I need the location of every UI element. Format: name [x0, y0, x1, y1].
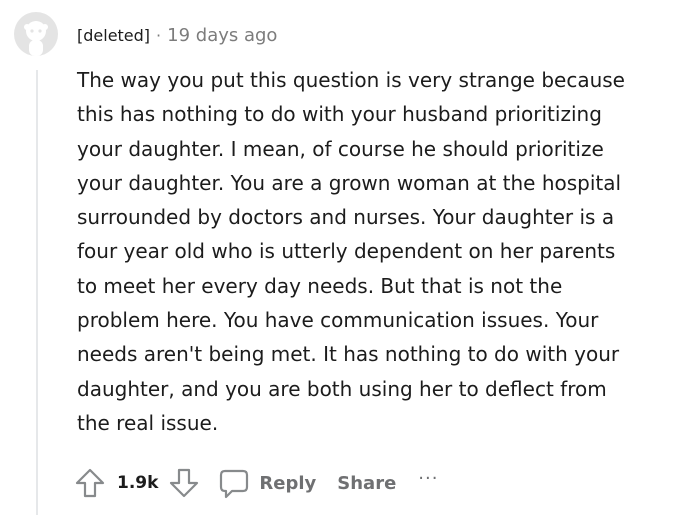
comment-meta: [deleted] · 19 days ago [77, 22, 277, 48]
thread-line[interactable] [36, 70, 38, 515]
downvote-arrow-icon[interactable] [167, 466, 201, 500]
reply-button[interactable]: Reply [217, 466, 316, 500]
comment-actions: 1.9k Reply Share ··· [73, 463, 438, 503]
upvote-arrow-icon[interactable] [73, 466, 107, 500]
more-options-icon[interactable]: ··· [418, 468, 438, 489]
comment-author: [deleted] [77, 25, 151, 45]
share-button[interactable]: Share [337, 473, 396, 494]
comment-body: The way you put this question is very st… [77, 68, 625, 435]
comment-bubble-icon [217, 466, 251, 500]
deleted-user-avatar-icon [14, 12, 58, 56]
reply-label: Reply [259, 472, 317, 494]
comment-timestamp[interactable]: 19 days ago [167, 25, 277, 46]
vote-count: 1.9k [117, 473, 159, 493]
meta-separator: · [156, 25, 162, 45]
